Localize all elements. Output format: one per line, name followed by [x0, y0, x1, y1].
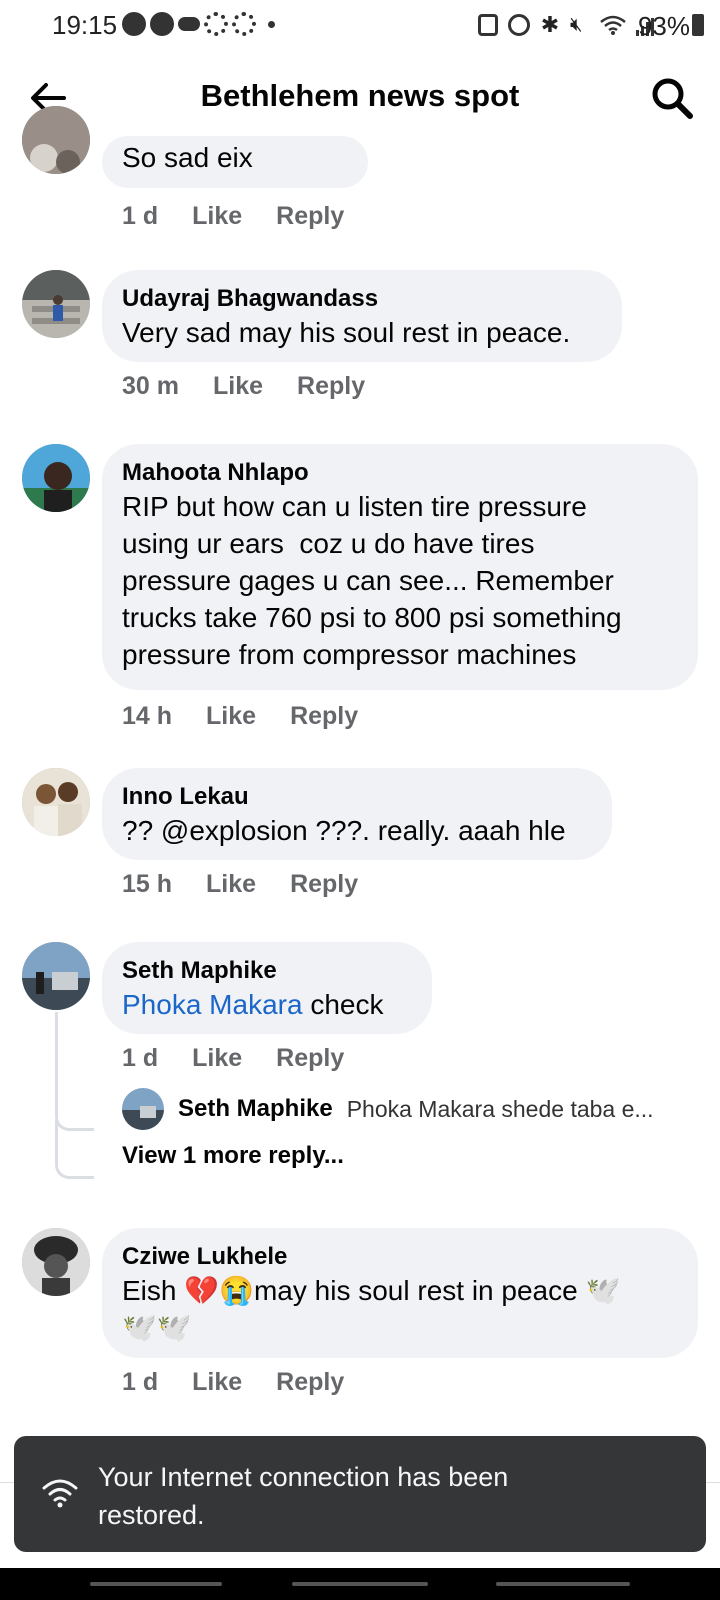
comment-actions: 1 d Like Reply [122, 1044, 344, 1073]
comment-time: 14 h [122, 702, 173, 730]
comment-bubble[interactable]: Udayraj Bhagwandass Very sad may his sou… [102, 270, 622, 362]
more-notifications-dot [268, 20, 275, 28]
comment-text: Eish 💔😭may his soul rest in peace 🕊️ [122, 1275, 621, 1306]
like-button[interactable]: Like [192, 202, 242, 231]
reply-button[interactable]: Reply [290, 870, 358, 899]
avatar[interactable] [122, 1088, 164, 1130]
avatar[interactable] [22, 1228, 90, 1296]
comment-text-rest: check [302, 989, 384, 1020]
comment-text: ?? @explosion ???. really. aaah hle [122, 815, 566, 846]
comment-actions: 30 m Like Reply [122, 372, 365, 401]
reply-button[interactable]: Reply [276, 1368, 344, 1397]
app-notification-icon [122, 12, 146, 36]
comment-bubble[interactable]: Mahoota Nhlapo RIP but how can u listen … [102, 444, 698, 690]
toast-message: Your Internet connection has been restor… [98, 1458, 658, 1534]
reply-author[interactable]: Seth Maphike [178, 1095, 333, 1123]
comment-author[interactable]: Cziwe Lukhele [122, 1242, 678, 1272]
comment-text: Very sad may his soul rest in peace. [122, 317, 571, 348]
avatar[interactable] [22, 942, 90, 1010]
toast-line: Your Internet connection has been [98, 1462, 509, 1492]
like-button[interactable]: Like [206, 870, 256, 899]
comment-text-line: pressure from compressor machines [122, 639, 577, 670]
home-button[interactable] [292, 1582, 428, 1586]
like-button[interactable]: Like [213, 372, 263, 401]
reply-button[interactable]: Reply [290, 702, 358, 731]
mention-link[interactable]: Phoka Makara [122, 989, 303, 1020]
thread-connector [55, 1012, 94, 1131]
reply-button[interactable]: Reply [276, 1044, 344, 1073]
thread-connector [55, 1120, 94, 1179]
wifi-icon [42, 1479, 78, 1508]
recent-apps-button[interactable] [90, 1582, 222, 1586]
comment-text: Phoka Makara check [122, 986, 412, 1023]
comment-text: So sad eix [122, 142, 253, 173]
wifi-icon [600, 15, 626, 35]
mute-icon: 🔇︎ [570, 14, 583, 36]
comment-actions: 15 h Like Reply [122, 870, 358, 899]
comment-author[interactable]: Udayraj Bhagwandass [122, 284, 602, 314]
notification-icons [122, 12, 275, 36]
bluetooth-icon: ✱ [540, 12, 560, 37]
comment-time: 15 h [122, 870, 173, 898]
system-nav-bar [0, 1568, 720, 1600]
comment-bubble[interactable]: Inno Lekau ?? @explosion ???. really. aa… [102, 768, 612, 860]
avatar[interactable] [22, 106, 90, 174]
comment-bubble[interactable]: Cziwe Lukhele Eish 💔😭may his soul rest i… [102, 1228, 698, 1358]
like-button[interactable]: Like [192, 1044, 242, 1073]
comment-bubble[interactable]: So sad eix [102, 136, 368, 188]
comment-time: 30 m [122, 372, 179, 400]
avatar[interactable] [22, 270, 90, 338]
reply-text: Phoka Makara shede taba e... [346, 1095, 654, 1122]
app-header: Bethlehem news spot [0, 54, 720, 140]
toast-line: restored. [98, 1500, 205, 1530]
alarm-icon [508, 14, 530, 36]
battery-percent: 93% [637, 11, 690, 41]
like-button[interactable]: Like [192, 1368, 242, 1397]
system-icons: ✱ 🔇︎ [478, 14, 654, 36]
page-title: Bethlehem news spot [200, 78, 520, 113]
comment-actions: 14 h Like Reply [122, 702, 358, 731]
avatar[interactable] [22, 768, 90, 836]
comment-author[interactable]: Inno Lekau [122, 782, 592, 812]
comment-text-line: trucks take 760 psi to 800 psi something [122, 602, 622, 633]
app-notification-icon [178, 17, 200, 31]
connection-toast[interactable]: Your Internet connection has been restor… [14, 1436, 706, 1552]
recycle-icon [232, 12, 256, 36]
comment-bubble[interactable]: Seth Maphike Phoka Makara check [102, 942, 432, 1034]
status-time: 19:15 [52, 10, 118, 40]
battery-icon [692, 14, 704, 36]
reply-preview[interactable]: Seth Maphike Phoka Makara shede taba e..… [122, 1088, 654, 1130]
like-button[interactable]: Like [206, 702, 256, 731]
storage-icon [478, 14, 498, 36]
search-icon[interactable] [648, 74, 696, 122]
back-nav-button[interactable] [496, 1582, 630, 1586]
comment-text-line: 🕊️🕊️ [122, 1312, 192, 1343]
status-bar: 19:15 ✱ 🔇︎ 93% [0, 0, 720, 54]
comment-text-line: pressure gages u can see... Remember [122, 565, 614, 596]
reply-button[interactable]: Reply [297, 372, 365, 401]
comment-text-line: using ur ears coz u do have tires [122, 528, 535, 559]
comment-author[interactable]: Seth Maphike [122, 956, 412, 986]
comment-time: 1 d [122, 1368, 159, 1396]
comment-time: 1 d [122, 1044, 159, 1072]
avatar[interactable] [22, 444, 90, 512]
comment-author[interactable]: Mahoota Nhlapo [122, 458, 678, 488]
reply-button[interactable]: Reply [276, 202, 344, 231]
app-notification-icon [150, 12, 174, 36]
comment-text-line: RIP but how can u listen tire pressure [122, 491, 587, 522]
comment-actions: 1 d Like Reply [122, 202, 344, 231]
comment-actions: 1 d Like Reply [122, 1368, 344, 1397]
view-more-replies-link[interactable]: View 1 more reply... [122, 1142, 344, 1170]
comment-time: 1 d [122, 202, 159, 230]
recycle-icon [204, 12, 228, 36]
